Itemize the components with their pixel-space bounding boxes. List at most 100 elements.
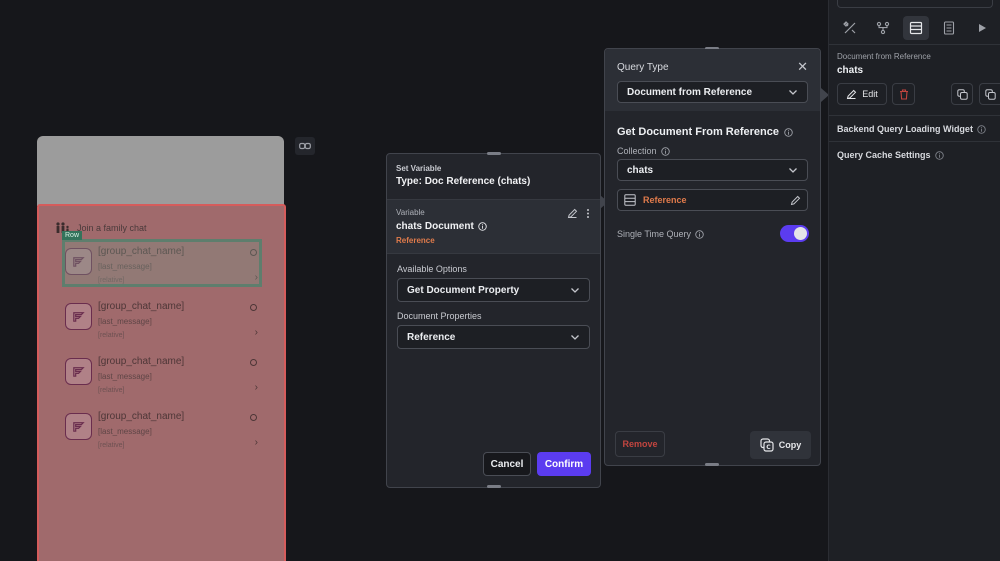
list-item[interactable]: [group_chat_name] [last_message] [relati… <box>65 299 261 343</box>
unread-dot-icon <box>250 304 257 311</box>
last-message: [last_message] <box>98 317 152 326</box>
chat-app-icon <box>65 358 92 385</box>
variable-reference-tag: Reference <box>396 236 435 245</box>
single-time-query-toggle[interactable] <box>780 225 809 242</box>
unread-dot-icon <box>250 414 257 421</box>
set-variable-panel: Set Variable Type: Doc Reference (chats)… <box>386 152 601 488</box>
play-icon <box>979 24 986 32</box>
variable-type-line: Type: Doc Reference (chats) <box>396 176 531 187</box>
list-item[interactable]: [group_chat_name] [last_message] [relati… <box>65 409 261 453</box>
flutterflow-logo-icon <box>73 367 85 377</box>
cancel-button[interactable]: Cancel <box>483 452 531 476</box>
info-icon[interactable] <box>977 124 986 134</box>
set-variable-heading: Set Variable <box>396 164 442 173</box>
collection-label-row: Collection <box>617 146 670 156</box>
tab-properties[interactable] <box>837 16 863 40</box>
more-vertical-icon[interactable] <box>586 208 590 219</box>
cache-settings-label: Query Cache Settings <box>837 150 931 160</box>
actions-flow-icon <box>876 21 890 35</box>
chevron-right-icon: › <box>254 327 258 338</box>
phone-header-area <box>37 136 284 206</box>
unread-dot-icon <box>250 359 257 366</box>
duplicate-button[interactable] <box>951 83 973 105</box>
query-type-dropdown[interactable]: Document from Reference <box>617 81 808 103</box>
toggle-knob <box>794 227 807 240</box>
info-icon[interactable] <box>478 222 487 231</box>
properties-search-bar[interactable] <box>837 0 993 8</box>
list-item[interactable]: [group_chat_name] [last_message] [relati… <box>65 354 261 398</box>
query-type-section: Query Type ✕ Document from Reference <box>605 49 820 111</box>
panel-resize-handle-bottom[interactable] <box>487 485 501 488</box>
edit-pencil-icon[interactable] <box>790 195 801 206</box>
last-message: [last_message] <box>98 372 152 381</box>
available-options-dropdown[interactable]: Get Document Property <box>397 278 590 302</box>
tools-icon <box>843 21 856 34</box>
copy-query-button[interactable] <box>979 83 1000 105</box>
edit-pencil-icon[interactable] <box>567 208 578 219</box>
document-properties-value: Reference <box>407 331 456 343</box>
info-icon[interactable] <box>660 146 670 156</box>
group-chat-name: [group_chat_name] <box>98 356 185 367</box>
backend-loading-widget-row[interactable]: Backend Query Loading Widget <box>837 124 986 134</box>
chevron-down-icon <box>571 288 579 293</box>
tab-run[interactable] <box>969 16 995 40</box>
variable-value: chats Document <box>396 221 474 232</box>
variable-actions <box>567 208 590 219</box>
flutterflow-logo-icon <box>73 312 85 322</box>
chevron-right-icon: › <box>254 382 258 393</box>
relative-time: [relative] <box>98 442 125 449</box>
delete-button[interactable] <box>892 83 915 105</box>
divider <box>829 115 1000 116</box>
edit-pencil-icon <box>847 89 857 99</box>
remove-button[interactable]: Remove <box>615 431 665 457</box>
table-icon <box>624 194 636 206</box>
svg-text:C: C <box>766 444 771 451</box>
copy-button[interactable]: C Copy <box>750 431 811 459</box>
tab-generated-code[interactable] <box>936 16 962 40</box>
panel-resize-handle-top[interactable] <box>487 152 501 155</box>
link-toggle-button[interactable] <box>295 137 315 155</box>
edit-button[interactable]: Edit <box>837 83 887 105</box>
divider <box>829 141 1000 142</box>
document-properties-dropdown[interactable]: Reference <box>397 325 590 349</box>
confirm-button[interactable]: Confirm <box>537 452 591 476</box>
join-family-text: Join a family chat <box>77 223 147 233</box>
info-icon[interactable] <box>784 127 793 137</box>
database-table-icon <box>909 21 923 35</box>
collection-value: chats <box>627 164 654 176</box>
reference-source-field[interactable]: Reference <box>617 189 808 211</box>
divider <box>829 44 1000 45</box>
reference-value: Reference <box>643 195 687 205</box>
copy-icon <box>985 88 996 100</box>
info-icon[interactable] <box>934 150 944 160</box>
set-variable-header: Set Variable Type: Doc Reference (chats) <box>387 154 600 199</box>
tab-actions[interactable] <box>870 16 896 40</box>
trash-icon <box>899 88 908 100</box>
section-title: Get Document From Reference <box>617 126 779 138</box>
tab-backend-query[interactable] <box>903 16 929 40</box>
panel-resize-handle-bottom[interactable] <box>705 463 719 466</box>
backend-loading-label: Backend Query Loading Widget <box>837 124 973 134</box>
link-icon <box>299 142 311 150</box>
close-icon[interactable]: ✕ <box>797 59 808 75</box>
query-name: chats <box>837 65 864 76</box>
chat-app-icon <box>65 303 92 330</box>
last-message: [last_message] <box>98 427 152 436</box>
relative-time: [relative] <box>98 332 125 339</box>
info-icon[interactable] <box>695 229 704 239</box>
query-type-value: Document from Reference <box>627 86 753 98</box>
chevron-down-icon <box>789 90 797 95</box>
document-list-icon <box>943 21 955 35</box>
query-cache-settings-row[interactable]: Query Cache Settings <box>837 150 944 160</box>
phone-preview: Join a family chat [group_chat_name] [la… <box>37 136 286 561</box>
single-time-query-row: Single Time Query <box>617 229 704 239</box>
chevron-right-icon: › <box>254 437 258 448</box>
edit-label: Edit <box>862 89 878 99</box>
copy-icon: C <box>760 438 774 452</box>
group-chat-name: [group_chat_name] <box>98 411 185 422</box>
row-selection-outline[interactable] <box>62 239 262 287</box>
copy-icon <box>956 88 968 100</box>
group-chat-name: [group_chat_name] <box>98 301 185 312</box>
query-panel: Query Type ✕ Document from Reference Get… <box>604 47 821 466</box>
collection-dropdown[interactable]: chats <box>617 159 808 181</box>
